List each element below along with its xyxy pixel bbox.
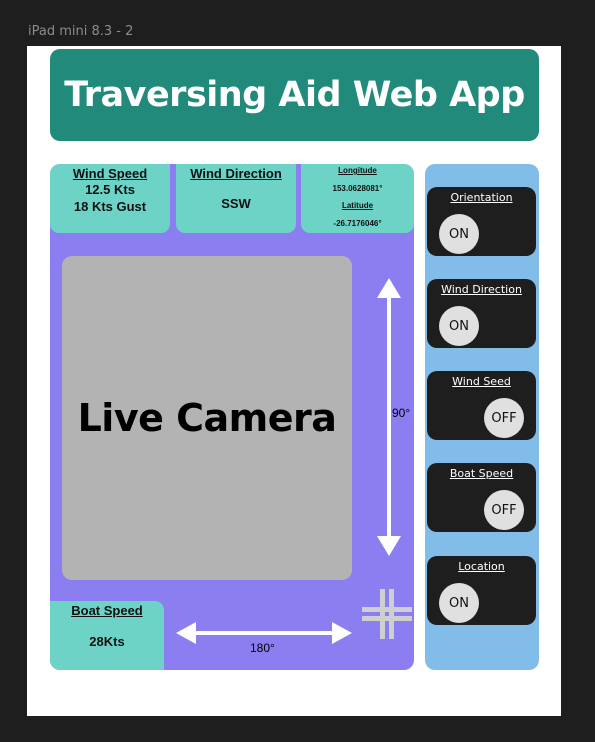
live-camera-view[interactable]: Live Camera: [62, 256, 352, 580]
toggle-orientation-label: Orientation: [450, 191, 513, 204]
toggle-wind-speed-label: Wind Seed: [452, 375, 511, 388]
toggle-wind-direction-label: Wind Direction: [441, 283, 522, 296]
wind-gust-value: 18 Kts Gust: [73, 199, 147, 214]
app-header: Traversing Aid Web App: [50, 49, 539, 141]
toggle-wind-speed-switch[interactable]: OFF: [484, 398, 524, 438]
boat-speed-title: Boat Speed: [71, 603, 143, 618]
toggle-location-label: Location: [458, 560, 505, 573]
longitude-title: Longitude: [338, 166, 377, 175]
boat-speed-card: Boat Speed 28Kts: [50, 601, 164, 670]
wind-speed-title: Wind Speed: [72, 166, 148, 181]
main-panel: Wind Speed 12.5 Kts 18 Kts Gust Wind Dir…: [50, 164, 414, 670]
toggle-location-switch[interactable]: ON: [439, 583, 479, 623]
toggle-location[interactable]: Location ON: [427, 556, 536, 625]
longitude-value: 153.0628081°: [332, 184, 383, 193]
coordinates-card: Longitude 153.0628081° Latitude -26.7176…: [301, 164, 414, 233]
latitude-title: Latitude: [341, 201, 374, 210]
toggle-boat-speed-switch[interactable]: OFF: [484, 490, 524, 530]
wind-direction-title: Wind Direction: [190, 166, 282, 181]
toggle-panel: Orientation ON Wind Direction ON Wind Se…: [425, 164, 539, 670]
wind-speed-card: Wind Speed 12.5 Kts 18 Kts Gust: [50, 164, 170, 233]
vertical-angle-label: 90°: [392, 406, 411, 420]
move-cross-icon[interactable]: [362, 589, 412, 639]
boat-speed-value: 28Kts: [89, 634, 125, 649]
toggle-orientation[interactable]: Orientation ON: [427, 187, 536, 256]
live-camera-label: Live Camera: [77, 396, 337, 440]
horizontal-angle-label: 180°: [250, 641, 275, 655]
toggle-wind-speed[interactable]: Wind Seed OFF: [427, 371, 536, 440]
latitude-value: -26.7176046°: [333, 219, 382, 228]
wind-speed-value: 12.5 Kts: [85, 182, 135, 197]
app-title: Traversing Aid Web App: [64, 75, 525, 115]
toggle-boat-speed[interactable]: Boat Speed OFF: [427, 463, 536, 532]
toggle-wind-direction-switch[interactable]: ON: [439, 306, 479, 346]
ipad-frame: Traversing Aid Web App Wind Speed 12.5 K…: [27, 46, 561, 716]
frame-label: iPad mini 8.3 - 2: [28, 24, 134, 39]
toggle-wind-direction[interactable]: Wind Direction ON: [427, 279, 536, 348]
wind-direction-card: Wind Direction SSW: [176, 164, 296, 233]
toggle-orientation-switch[interactable]: ON: [439, 214, 479, 254]
toggle-boat-speed-label: Boat Speed: [449, 467, 514, 480]
wind-direction-value: SSW: [221, 196, 251, 211]
